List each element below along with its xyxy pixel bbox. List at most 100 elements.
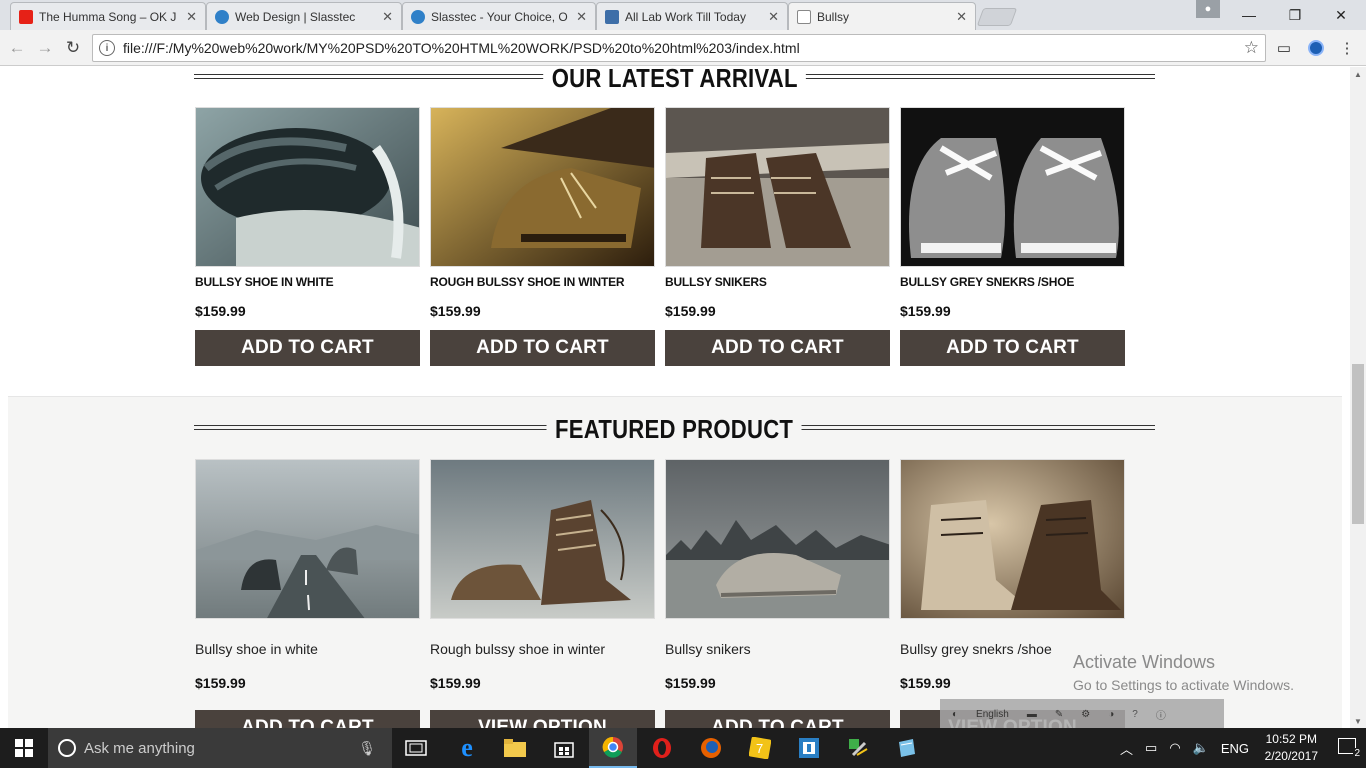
close-icon[interactable]: ✕ (382, 9, 393, 25)
product-card: ROUGH BULSSY SHOE IN WINTER $159.99 ADD … (430, 107, 655, 366)
firefox-icon[interactable] (687, 728, 735, 768)
product-card: BULLSY SNIKERS $159.99 ADD TO CART (665, 107, 890, 366)
new-tab-button[interactable] (976, 8, 1018, 26)
product-name[interactable]: ROUGH BULSSY SHOE IN WINTER (430, 275, 655, 289)
url-text[interactable]: file:///F:/My%20web%20work/MY%20PSD%20TO… (123, 40, 1244, 56)
minimize-icon[interactable]: — (1226, 0, 1272, 30)
profile-icon[interactable]: ● (1196, 0, 1220, 18)
product-image[interactable] (430, 107, 655, 267)
language-bar-icon: ◐ (952, 708, 959, 720)
product-name[interactable]: Rough bulssy shoe in winter (430, 641, 655, 657)
product-name[interactable]: Bullsy shoe in white (195, 641, 420, 657)
options-icon[interactable]: ⓘ (1156, 707, 1166, 722)
close-icon[interactable]: ✕ (576, 9, 587, 25)
product-price: $159.99 (665, 675, 716, 691)
tab-web-design[interactable]: Web Design | Slasstec ✕ (206, 2, 402, 30)
keyboard-icon[interactable]: ▬ (1027, 709, 1037, 720)
language-label: English (976, 708, 1009, 720)
window-close-icon[interactable]: ✕ (1318, 0, 1364, 30)
close-icon[interactable]: ✕ (768, 9, 779, 25)
featured-title: FEATURED PRODUCT (546, 414, 803, 445)
language-bar[interactable]: ◐ English ▬ ✎ ⚙ ◑ ? ⓘ (940, 699, 1224, 729)
microphone-icon[interactable]: 🎙 (358, 740, 376, 757)
tab-lab-work[interactable]: All Lab Work Till Today ✕ (596, 2, 788, 30)
menu-icon[interactable]: ⋮ (1336, 37, 1358, 59)
add-to-cart-button[interactable]: ADD TO CART (665, 710, 890, 728)
restore-icon[interactable]: ❐ (1272, 0, 1318, 30)
clock-time: 10:52 PM (1265, 732, 1317, 746)
edge-icon[interactable]: e (443, 728, 491, 768)
close-icon[interactable]: ✕ (956, 9, 967, 25)
app-window-icon[interactable] (785, 728, 833, 768)
ime-icon[interactable]: ◑ (1108, 709, 1114, 720)
info-icon[interactable]: i (99, 40, 115, 56)
store-icon[interactable] (540, 728, 588, 768)
product-name[interactable]: BULLSY SHOE IN WHITE (195, 275, 420, 289)
product-image[interactable] (195, 459, 420, 619)
product-image[interactable] (195, 107, 420, 267)
add-to-cart-button[interactable]: ADD TO CART (195, 710, 420, 728)
scroll-down-icon[interactable]: ▼ (1350, 714, 1366, 728)
help-icon[interactable]: ? (1132, 709, 1138, 720)
add-to-cart-button[interactable]: ADD TO CART (430, 330, 655, 366)
chrome-icon[interactable] (589, 728, 637, 768)
product-card: BULLSY GREY SNEKRS /SHOE $159.99 ADD TO … (900, 107, 1125, 366)
product-image[interactable] (665, 107, 890, 267)
reload-icon[interactable]: ↻ (62, 37, 84, 59)
featured-section-heading: FEATURED PRODUCT (194, 414, 1155, 445)
product-image[interactable] (665, 459, 890, 619)
scroll-up-icon[interactable]: ▲ (1350, 67, 1366, 81)
tab-bullsy[interactable]: Bullsy ✕ (788, 2, 976, 30)
product-name[interactable]: BULLSY SNIKERS (665, 275, 890, 289)
language-indicator[interactable]: ENG (1221, 741, 1249, 756)
bookmark-star-icon[interactable]: ☆ (1244, 38, 1259, 58)
view-option-button[interactable]: VIEW OPTION (430, 710, 655, 728)
opera-icon[interactable] (638, 728, 686, 768)
cast-icon[interactable]: ▭ (1273, 37, 1295, 59)
add-to-cart-button[interactable]: ADD TO CART (195, 330, 420, 366)
cortana-search-box[interactable]: Ask me anything 🎙 (48, 728, 392, 768)
volume-icon[interactable]: 🔈 (1193, 740, 1209, 756)
add-to-cart-button[interactable]: ADD TO CART (900, 330, 1125, 366)
product-card: Bullsy shoe in white $159.99 ADD TO CART (195, 459, 420, 728)
battery-icon[interactable]: ▭ (1145, 740, 1157, 756)
product-image[interactable] (900, 459, 1125, 619)
product-name[interactable]: Bullsy snikers (665, 641, 890, 657)
slasstec-icon (215, 9, 229, 24)
notebook-icon[interactable] (883, 728, 931, 768)
back-icon[interactable]: ← (6, 37, 28, 59)
product-card: Rough bulssy shoe in winter $159.99 VIEW… (430, 459, 655, 728)
sticky-app-icon[interactable]: 7 (736, 728, 784, 768)
browser-toolbar: ← → ↻ i file:///F:/My%20web%20work/MY%20… (0, 30, 1366, 66)
file-explorer-icon[interactable] (491, 728, 539, 768)
product-name[interactable]: BULLSY GREY SNEKRS /SHOE (900, 275, 1125, 289)
scroll-thumb[interactable] (1352, 364, 1364, 524)
tab-slasstec[interactable]: Slasstec - Your Choice, O ✕ (402, 2, 596, 30)
extension-icon[interactable] (1305, 37, 1327, 59)
wifi-icon[interactable]: ◠ (1169, 740, 1180, 756)
watermark-subtitle: Go to Settings to activate Windows. (1073, 677, 1294, 693)
product-image[interactable] (900, 107, 1125, 267)
tool-icon[interactable]: ✎ (1055, 709, 1063, 720)
product-price: $159.99 (900, 303, 951, 319)
page-scrollbar[interactable]: ▲ ▼ (1350, 67, 1366, 728)
tab-humma-song[interactable]: The Humma Song – OK J ✕ (10, 2, 206, 30)
close-icon[interactable]: ✕ (186, 9, 197, 25)
product-price: $159.99 (430, 303, 481, 319)
latest-title: OUR LATEST ARRIVAL (542, 67, 807, 94)
action-center-icon[interactable]: 2 (1338, 738, 1361, 759)
add-to-cart-button[interactable]: ADD TO CART (665, 330, 890, 366)
start-button[interactable] (0, 728, 48, 768)
task-view-icon[interactable] (392, 728, 440, 768)
forward-icon[interactable]: → (34, 37, 56, 59)
product-price: $159.99 (195, 303, 246, 319)
clock-date: 2/20/2017 (1264, 749, 1318, 763)
page-icon (797, 9, 811, 24)
settings-icon[interactable]: ⚙ (1081, 709, 1090, 720)
address-bar[interactable]: i file:///F:/My%20web%20work/MY%20PSD%20… (92, 34, 1266, 62)
chevron-up-icon[interactable]: ︿ (1120, 739, 1133, 758)
clock[interactable]: 10:52 PM 2/20/2017 (1265, 731, 1318, 765)
tools-icon[interactable] (834, 728, 882, 768)
watermark-title: Activate Windows (1073, 652, 1216, 672)
product-image[interactable] (430, 459, 655, 619)
